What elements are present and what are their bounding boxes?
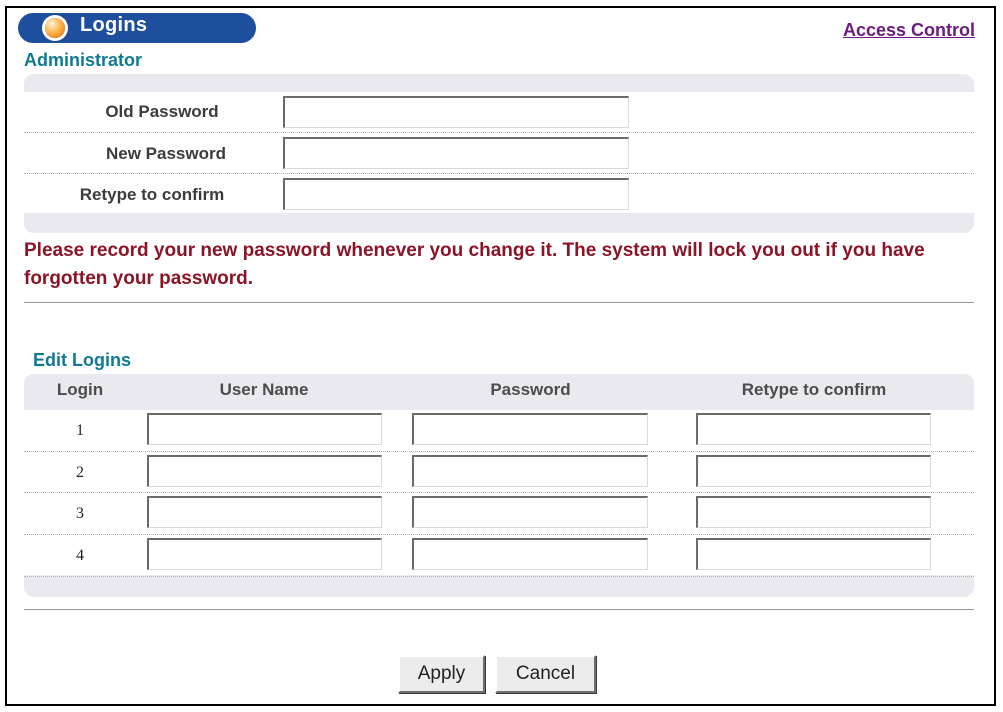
retype-input-3[interactable] [696, 496, 931, 528]
retype-input-1[interactable] [696, 413, 931, 445]
retype-input-4[interactable] [696, 538, 931, 570]
column-login: Login [56, 380, 104, 399]
password-input-4[interactable] [412, 538, 648, 570]
field-row-retype-password: Retype to confirm [24, 174, 974, 212]
column-user-name: User Name [219, 380, 309, 399]
column-retype-confirm: Retype to confirm [741, 380, 887, 399]
user-name-input-1[interactable] [147, 413, 382, 445]
user-name-input-2[interactable] [147, 455, 382, 487]
password-warning: Please record your new password whenever… [24, 240, 925, 289]
orange-bulb-icon [45, 18, 65, 38]
password-input-2[interactable] [412, 455, 648, 487]
retype-input-2[interactable] [696, 455, 931, 487]
user-name-input-4[interactable] [147, 538, 382, 570]
login-number-3: 3 [76, 505, 84, 522]
column-password: Password [490, 380, 571, 399]
field-row-old-password: Old Password [24, 92, 974, 133]
old-password-input[interactable] [283, 96, 629, 128]
administrator-fields: Old Password New Password Retype to conf… [24, 92, 974, 213]
new-password-input[interactable] [283, 137, 629, 169]
retype-password-input[interactable] [283, 178, 629, 210]
divider-bottom [24, 609, 974, 610]
login-number-4: 4 [76, 547, 84, 564]
password-input-1[interactable] [412, 413, 648, 445]
divider-top [24, 302, 974, 303]
page-tab: Logins [18, 13, 256, 43]
retype-password-label: Retype to confirm [79, 185, 225, 204]
page-title: Logins [80, 14, 148, 36]
apply-button[interactable]: Apply [398, 655, 485, 693]
old-password-label: Old Password [105, 102, 219, 121]
field-row-new-password: New Password [24, 133, 974, 174]
administrator-title: Administrator [24, 50, 143, 70]
user-name-input-3[interactable] [147, 496, 382, 528]
login-number-1: 1 [76, 422, 84, 439]
new-password-label: New Password [106, 144, 226, 163]
administrator-panel: Old Password New Password Retype to conf… [24, 74, 974, 233]
cancel-button[interactable]: Cancel [495, 655, 596, 693]
edit-logins-title: Edit Logins [33, 350, 131, 370]
access-control-link[interactable]: Access Control [843, 20, 975, 41]
password-input-3[interactable] [412, 496, 648, 528]
login-number-2: 2 [76, 464, 84, 481]
